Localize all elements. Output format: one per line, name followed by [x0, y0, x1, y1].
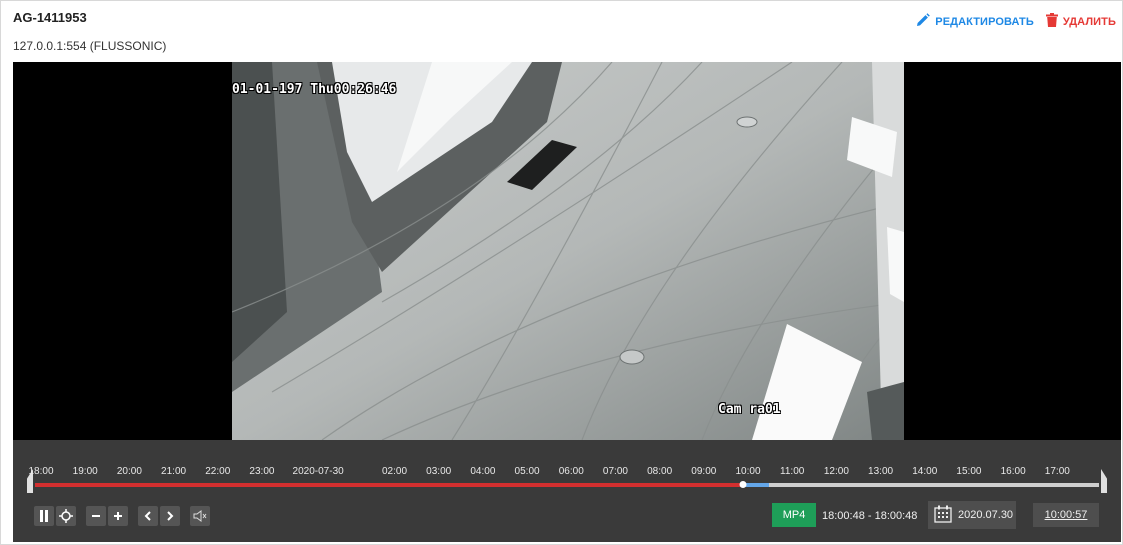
timeline-tick: 03:00: [426, 466, 452, 477]
osd-timestamp: 01-01-197 Thu00:26:46: [232, 82, 397, 97]
timeline-tick: 23:00: [249, 466, 275, 477]
camera-image: [232, 62, 904, 440]
delete-button[interactable]: УДАЛИТЬ: [1045, 13, 1116, 30]
pause-icon: [39, 510, 49, 522]
prev-icon: [144, 511, 152, 521]
timeline-tick: 02:00: [381, 466, 408, 477]
camera-actions: РЕДАКТИРОВАТЬ УДАЛИТЬ: [916, 13, 1116, 30]
camera-title: AG-1411953: [13, 10, 87, 25]
pause-button[interactable]: [34, 506, 54, 526]
timeline-tick: 21:00: [161, 466, 187, 477]
timeline-tick: 12:00: [823, 466, 849, 477]
osd-camera-name: Cam ra01: [718, 402, 781, 417]
timeline-tick: 04:00: [470, 466, 496, 477]
mute-icon: [193, 510, 207, 522]
edit-button[interactable]: РЕДАКТИРОВАТЬ: [916, 13, 1034, 30]
time-range: 18:00:48 - 18:00:48: [822, 510, 918, 522]
delete-label: УДАЛИТЬ: [1062, 15, 1116, 28]
next-button[interactable]: [160, 506, 180, 526]
camera-panel: AG-1411953 127.0.0.1:554 (FLUSSONIC) РЕД…: [0, 0, 1123, 545]
zoom-in-icon: [113, 511, 123, 521]
timeline[interactable]: 18:00 19:00 20:00 21:00 22:00 23:00 2020-07-30…: [27, 459, 1107, 493]
timeline-tick: 22:00: [205, 466, 231, 477]
timeline-tick: 16:00: [1000, 466, 1026, 477]
zoom-out-button[interactable]: [86, 506, 106, 526]
center-target-icon: [59, 509, 73, 523]
date-label: 2020.07.30: [958, 509, 1014, 521]
timeline-tick: 08:00: [647, 466, 673, 477]
center-button[interactable]: [56, 506, 76, 526]
pencil-icon: [916, 13, 931, 30]
camera-url: 127.0.0.1:554 (FLUSSONIC): [13, 39, 167, 53]
timeline-tick: 15:00: [956, 466, 982, 477]
playback-buttons: [34, 506, 210, 526]
timeline-tick: 19:00: [72, 466, 98, 477]
timeline-tick: 10:00: [735, 466, 761, 477]
timeline-tick: 06:00: [558, 466, 584, 477]
next-icon: [166, 511, 174, 521]
video-player[interactable]: 01-01-197 Thu00:26:46 Cam ra01 18:00 19:0…: [13, 62, 1121, 542]
trash-icon: [1045, 13, 1058, 30]
zoom-out-icon: [91, 511, 101, 521]
edit-label: РЕДАКТИРОВАТЬ: [935, 15, 1034, 28]
timeline-recorded: [35, 483, 743, 487]
timeline-tick: 17:00: [1044, 466, 1070, 477]
timeline-end-handle[interactable]: [1101, 469, 1107, 493]
timeline-playhead[interactable]: [739, 481, 747, 488]
timeline-tick: 2020-07-30: [292, 466, 344, 477]
timeline-tick: 18:00: [28, 466, 54, 477]
player-controls: 18:00 19:00 20:00 21:00 22:00 23:00 2020-07-30…: [13, 440, 1121, 542]
current-time-button[interactable]: 10:00:57: [1033, 503, 1099, 527]
date-picker-button[interactable]: 2020.07.30: [928, 501, 1016, 529]
timeline-tick: 09:00: [691, 466, 717, 477]
timeline-tick: 07:00: [602, 466, 628, 477]
mp4-button[interactable]: MP4: [772, 503, 816, 527]
timeline-tick: 11:00: [780, 466, 805, 477]
prev-button[interactable]: [138, 506, 158, 526]
video-frame[interactable]: 01-01-197 Thu00:26:46 Cam ra01: [232, 62, 904, 440]
mute-button[interactable]: [190, 506, 210, 526]
timeline-tick: 14:00: [912, 466, 938, 477]
timeline-tick: 20:00: [116, 466, 142, 477]
timeline-track[interactable]: [35, 481, 1099, 488]
timeline-tick: 05:00: [514, 466, 540, 477]
timeline-buffer: [742, 483, 770, 487]
zoom-in-button[interactable]: [108, 506, 128, 526]
timeline-tick: 13:00: [868, 466, 894, 477]
calendar-icon: [934, 505, 952, 526]
